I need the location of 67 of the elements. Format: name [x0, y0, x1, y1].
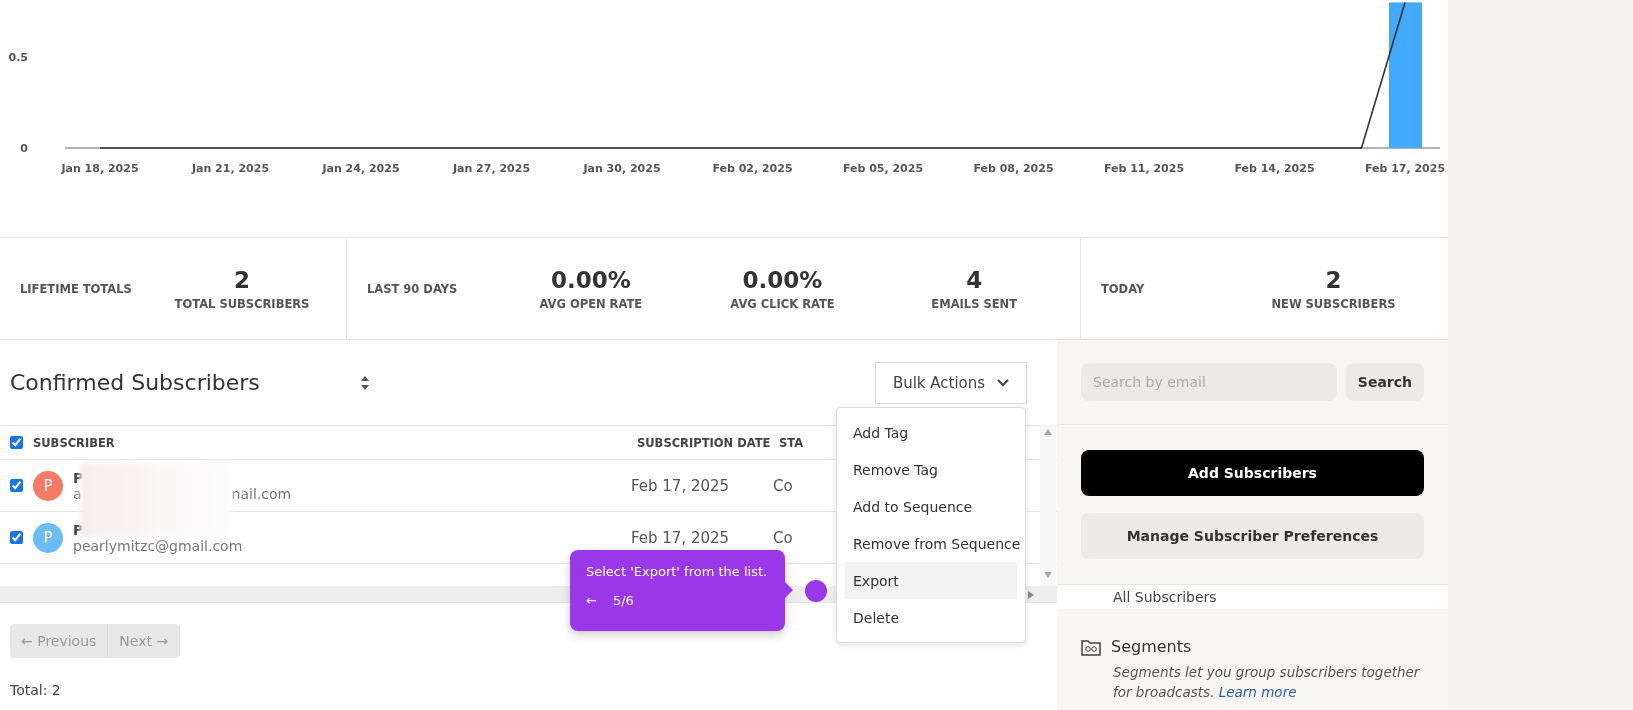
axis-tick-label: Jan 30, 2025 — [583, 162, 661, 175]
stat-label: TOTAL SUBSCRIBERS — [174, 296, 310, 311]
subscriber-name: P — [73, 521, 85, 538]
stat-value: 4 — [966, 266, 983, 293]
stat-label: EMAILS SENT — [931, 296, 1018, 311]
axis-tick-label: Jan 24, 2025 — [322, 162, 400, 175]
column-header: STA — [779, 435, 805, 450]
axis-tick-label: 0.5 — [8, 51, 28, 64]
stat-value: 2 — [234, 266, 250, 293]
avatar: P — [33, 522, 63, 553]
hotspot-dot — [805, 580, 827, 602]
stat-label: AVG CLICK RATE — [730, 296, 835, 311]
search-button[interactable]: Search — [1345, 363, 1424, 401]
subscription-date: Feb 17, 2025 — [631, 476, 731, 495]
total-count: Total: 2 — [10, 682, 61, 698]
row-checkbox[interactable] — [10, 479, 23, 492]
axis-tick-label: Jan 27, 2025 — [452, 162, 531, 175]
add-subscribers-button[interactable]: Add Subscribers — [1081, 450, 1424, 496]
sort-icon[interactable] — [360, 374, 370, 391]
stat-value: 0.00% — [550, 266, 631, 293]
stat-value: 0.00% — [742, 266, 823, 293]
stat-group-label: LAST 90 DAYS — [367, 281, 459, 296]
axis-tick-label: Feb 14, 2025 — [1234, 162, 1315, 175]
subscription-date: Feb 17, 2025 — [631, 528, 731, 547]
stat-value: 2 — [1325, 266, 1342, 293]
stat-label: NEW SUBSCRIBERS — [1271, 296, 1396, 311]
subscriber-email: pearlymitzc@gmail.com — [73, 537, 243, 554]
menu-item[interactable]: Delete — [845, 599, 1017, 636]
scroll-right-icon[interactable] — [1028, 591, 1034, 599]
manage-preferences-button[interactable]: Manage Subscriber Preferences — [1081, 513, 1424, 559]
axis-tick-label: Feb 02, 2025 — [712, 162, 793, 175]
axis-tick-label: Feb 17, 2025 — [1364, 162, 1446, 175]
step-counter: 5/6 — [612, 593, 634, 608]
learn-more-link[interactable]: Learn more — [1218, 684, 1297, 700]
axis-tick-label: Feb 11, 2025 — [1103, 162, 1185, 175]
menu-item[interactable]: Export — [845, 562, 1017, 599]
chevron-down-icon — [997, 378, 1010, 387]
menu-item[interactable]: Remove Tag — [845, 451, 1017, 488]
axis-tick-label: Feb 08, 2025 — [973, 162, 1054, 175]
axis-tick-label: Jan 18, 2025 — [61, 162, 139, 175]
back-arrow[interactable]: ← — [586, 593, 597, 608]
menu-item[interactable]: Add Tag — [845, 414, 1017, 451]
stat-group-label: TODAY — [1101, 281, 1146, 296]
axis-tick-label: Jan 21, 2025 — [191, 162, 270, 175]
all-subscribers-item[interactable]: All Subscribers — [1057, 585, 1448, 609]
axis-tick-label: Feb 05, 2025 — [842, 162, 924, 175]
column-header: SUBSCRIPTION DATE — [637, 435, 772, 450]
subscriber-email: nail.com — [231, 485, 292, 502]
axis-tick-label: 0 — [20, 142, 28, 155]
subscriber-name: P — [73, 469, 85, 486]
list-title: Confirmed Subscribers — [10, 370, 261, 395]
stat-label: AVG OPEN RATE — [539, 296, 643, 311]
select-all-checkbox[interactable] — [10, 436, 23, 449]
folder-icon — [1081, 637, 1101, 656]
status-cell-text: Co — [773, 528, 794, 547]
segments-description: Segments let you group subscribers together for broadcasts. Learn more — [1113, 663, 1421, 702]
column-header: SUBSCRIBER — [33, 435, 116, 450]
row-checkbox[interactable] — [10, 531, 23, 544]
search-field[interactable]: Search by email — [1081, 363, 1337, 401]
segments-heading: Segments — [1111, 637, 1192, 656]
menu-item[interactable]: Add to Sequence — [845, 488, 1017, 525]
tooltip-text: Select 'Export' from the list. — [586, 564, 769, 579]
bulk-actions-button[interactable]: Bulk Actions — [875, 361, 1027, 404]
stat-group-label: LIFETIME TOTALS — [20, 281, 133, 296]
avatar: P — [33, 470, 63, 501]
subscriber-email: a — [73, 485, 82, 502]
status-cell-text: Co — [773, 476, 794, 495]
